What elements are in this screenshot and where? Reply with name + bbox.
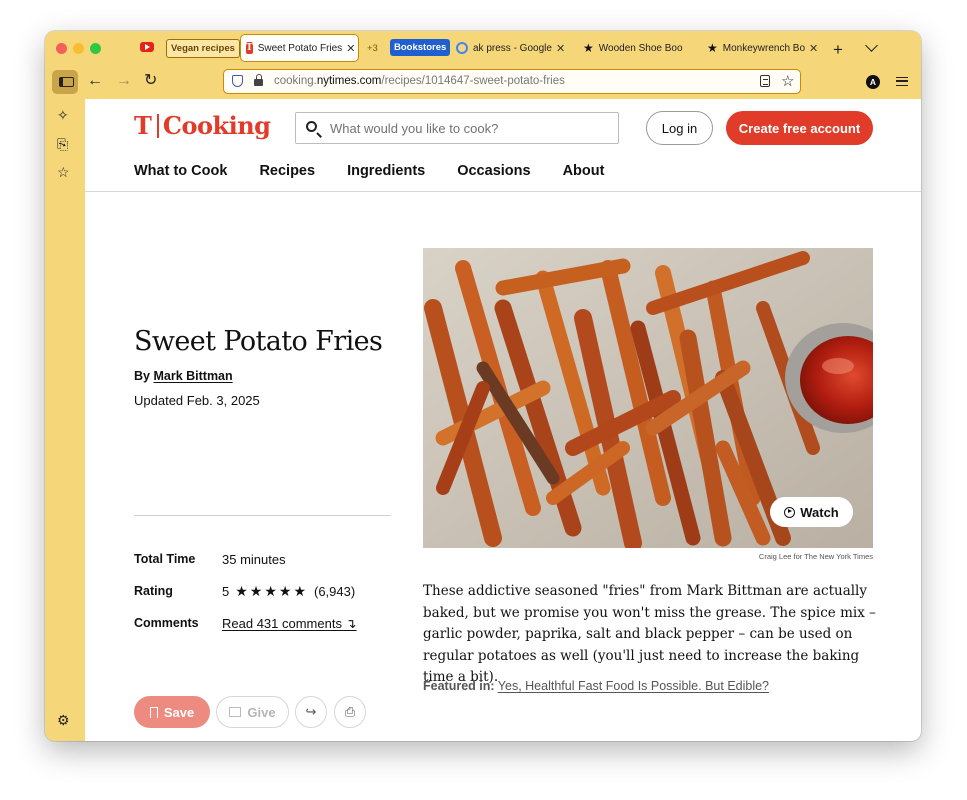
bookmark-star-icon[interactable]: ☆ — [781, 72, 794, 90]
play-circle-icon — [784, 506, 796, 518]
tab-label: Wooden Shoe Boo — [598, 42, 683, 54]
search-input[interactable]: What would you like to cook? — [295, 112, 619, 144]
back-arrow-icon[interactable]: ← — [87, 72, 103, 90]
hamburger-menu-icon[interactable] — [896, 77, 908, 86]
close-tab-icon[interactable]: ✕ — [346, 42, 355, 55]
page-content: T Cooking What would you like to cook? L… — [85, 99, 921, 741]
gift-icon — [229, 707, 242, 717]
give-button[interactable]: Give — [216, 696, 289, 728]
login-button[interactable]: Log in — [646, 111, 713, 145]
search-icon — [306, 121, 317, 132]
bookmark-icon — [149, 706, 158, 718]
youtube-tab-icon[interactable] — [140, 42, 154, 52]
tab-monkeywrench[interactable]: ★ Monkeywrench Bo ✕ — [707, 37, 819, 59]
create-account-button[interactable]: Create free account — [726, 111, 873, 145]
close-tab-icon[interactable]: ✕ — [556, 42, 565, 55]
ai-sparkle-icon[interactable]: ✧ — [57, 107, 69, 124]
nav-toolbar: ← → ↻ cooking.nytimes.com/recipes/101464… — [45, 65, 921, 99]
total-time-label: Total Time — [134, 552, 196, 566]
tab-group-bookstores[interactable]: Bookstores — [390, 39, 451, 56]
bookmarks-star-icon[interactable]: ☆ — [57, 164, 70, 181]
watch-label: Watch — [800, 504, 839, 520]
rating-count: (6,943) — [314, 584, 356, 599]
maximize-window-button[interactable] — [90, 43, 101, 54]
give-label: Give — [247, 704, 276, 720]
nav-what-to-cook[interactable]: What to Cook — [134, 163, 227, 179]
side-panel: ✧ ⎘ ☆ ⚙ — [45, 99, 85, 741]
url-text[interactable]: cooking.nytimes.com/recipes/1014647-swee… — [274, 75, 565, 87]
updated-date: Updated Feb. 3, 2025 — [134, 393, 260, 408]
synced-tabs-icon[interactable]: ⎘ — [57, 136, 68, 153]
lock-icon[interactable] — [254, 74, 263, 86]
featured-in: Featured in: Yes, Healthful Fast Food Is… — [423, 679, 769, 693]
nav-recipes[interactable]: Recipes — [259, 163, 315, 179]
share-button[interactable]: ↪ — [295, 696, 327, 728]
meta-divider — [134, 515, 391, 516]
minimize-window-button[interactable] — [73, 43, 84, 54]
tab-wooden-shoe[interactable]: ★ Wooden Shoe Boo — [583, 37, 693, 59]
photo-credit: Craig Lee for The New York Times — [758, 552, 873, 561]
tab-label: Monkeywrench Bo — [722, 42, 806, 54]
byline-prefix: By — [134, 369, 150, 383]
google-favicon-icon — [456, 42, 468, 54]
tab-strip: Vegan recipes T Sweet Potato Fries ✕ +3 … — [45, 31, 921, 65]
star-favicon-icon: ★ — [583, 41, 594, 55]
watch-video-button[interactable]: Watch — [770, 497, 853, 527]
logo-wordmark: Cooking — [162, 111, 271, 140]
read-comments-link[interactable]: Read 431 comments ↴ — [222, 616, 356, 632]
new-tab-plus-icon[interactable]: + — [833, 39, 843, 61]
share-arrow-icon: ↪ — [305, 704, 317, 719]
featured-label: Featured in: — [423, 679, 495, 693]
print-button[interactable]: ⎙ — [334, 696, 366, 728]
recipe-description: These addictive seasoned "fries" from Ma… — [423, 583, 876, 685]
forward-arrow-icon[interactable]: → — [116, 72, 132, 90]
rating-number: 5 — [222, 584, 230, 599]
tab-label: Sweet Potato Fries — [257, 42, 343, 54]
tab-sweet-potato-fries[interactable]: T Sweet Potato Fries ✕ — [240, 34, 359, 62]
tab-ak-press[interactable]: ak press - Google ✕ — [456, 37, 566, 59]
recipe-title: Sweet Potato Fries — [134, 326, 383, 357]
address-bar[interactable]: cooking.nytimes.com/recipes/1014647-swee… — [223, 69, 801, 94]
save-button[interactable]: Save — [134, 696, 210, 728]
close-window-button[interactable] — [56, 43, 67, 54]
featured-article-link[interactable]: Yes, Healthful Fast Food Is Possible. Bu… — [498, 679, 769, 693]
comments-label: Comments — [134, 616, 199, 630]
nyt-favicon-icon: T — [246, 42, 253, 54]
total-time-value: 35 minutes — [222, 552, 286, 567]
close-tab-icon[interactable]: ✕ — [809, 42, 818, 55]
nav-occasions[interactable]: Occasions — [457, 163, 530, 179]
browser-window: Vegan recipes T Sweet Potato Fries ✕ +3 … — [45, 31, 921, 741]
rating-stars-icon[interactable]: ★★★★★ — [235, 583, 308, 599]
nav-ingredients[interactable]: Ingredients — [347, 163, 425, 179]
save-label: Save — [163, 704, 195, 720]
star-favicon-icon: ★ — [707, 41, 718, 55]
settings-gear-icon[interactable]: ⚙ — [57, 712, 70, 729]
printer-icon: ⎙ — [344, 704, 356, 719]
tab-label: ak press - Google — [473, 42, 552, 54]
recipe-hero-image: Watch — [423, 248, 873, 548]
logo-divider — [156, 113, 159, 138]
tracking-shield-icon[interactable] — [232, 75, 243, 87]
reload-icon[interactable]: ↻ — [144, 72, 157, 90]
hidden-tabs-count[interactable]: +3 — [367, 37, 378, 59]
tab-group-vegan-recipes[interactable]: Vegan recipes — [166, 39, 240, 58]
nav-divider — [85, 191, 921, 192]
sidebar-toggle-icon[interactable] — [52, 70, 78, 94]
reader-view-icon[interactable] — [760, 75, 770, 87]
nav-about[interactable]: About — [563, 163, 605, 179]
rating-label: Rating — [134, 584, 173, 598]
nyt-cooking-logo[interactable]: T Cooking — [134, 111, 271, 140]
search-placeholder: What would you like to cook? — [330, 121, 499, 136]
account-avatar-icon[interactable]: A — [866, 75, 880, 89]
byline: By Mark Bittman — [134, 369, 233, 383]
author-link[interactable]: Mark Bittman — [153, 369, 232, 383]
list-tabs-chevron-down-icon[interactable] — [865, 39, 878, 52]
rating-value[interactable]: 5 ★★★★★ (6,943) — [222, 583, 355, 600]
main-nav: What to Cook Recipes Ingredients Occasio… — [134, 163, 636, 179]
logo-t-mark: T — [134, 111, 152, 140]
